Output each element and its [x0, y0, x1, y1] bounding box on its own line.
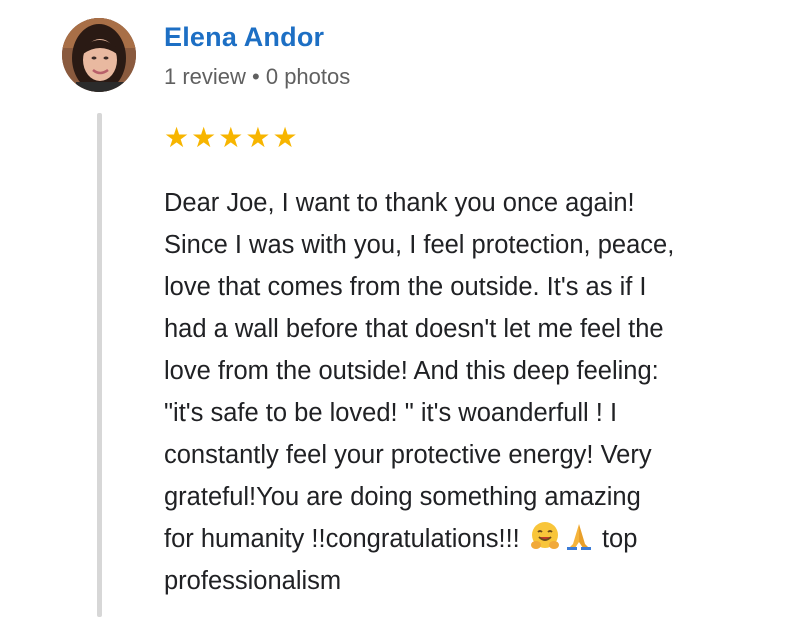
review-line: Dear Joe, I want to thank you once again… [164, 189, 635, 217]
avatar-photo-icon [62, 18, 136, 92]
review-line-text-end: top [594, 525, 638, 553]
review-line: love from the outside! And this deep fee… [164, 357, 659, 385]
star-icon: ★ [191, 121, 217, 154]
review-line: professionalism [164, 567, 342, 595]
folded-hands-icon [563, 520, 595, 552]
star-icon: ★ [245, 121, 271, 154]
reviewer-meta: 1 review • 0 photos [164, 64, 351, 89]
hugging-face-icon [529, 520, 561, 552]
review-line: for humanity !!congratulations!!! top [164, 518, 774, 560]
reviewer-name[interactable]: Elena Andor [164, 22, 324, 53]
star-icon: ★ [218, 121, 244, 154]
review-line: love that comes from the outside. It's a… [164, 273, 647, 301]
review-line: had a wall before that doesn't let me fe… [164, 315, 664, 343]
review-line: "it's safe to be loved! " it's woanderfu… [164, 399, 618, 427]
review-line: constantly feel your protective energy! … [164, 441, 652, 469]
star-icon: ★ [272, 121, 298, 154]
review-line: grateful!You are doing something amazing [164, 483, 641, 511]
review-card: Elena Andor 1 review • 0 photos ★ ★ ★ ★ … [0, 0, 800, 630]
review-line-text: for humanity !!congratulations!!! [164, 525, 527, 553]
review-text: Dear Joe, I want to thank you once again… [164, 182, 774, 602]
star-icon: ★ [164, 121, 190, 154]
reviewer-avatar[interactable] [62, 18, 136, 92]
review-line: Since I was with you, I feel protection,… [164, 231, 675, 259]
star-rating: ★ ★ ★ ★ ★ [164, 124, 298, 152]
thread-divider [97, 113, 102, 617]
